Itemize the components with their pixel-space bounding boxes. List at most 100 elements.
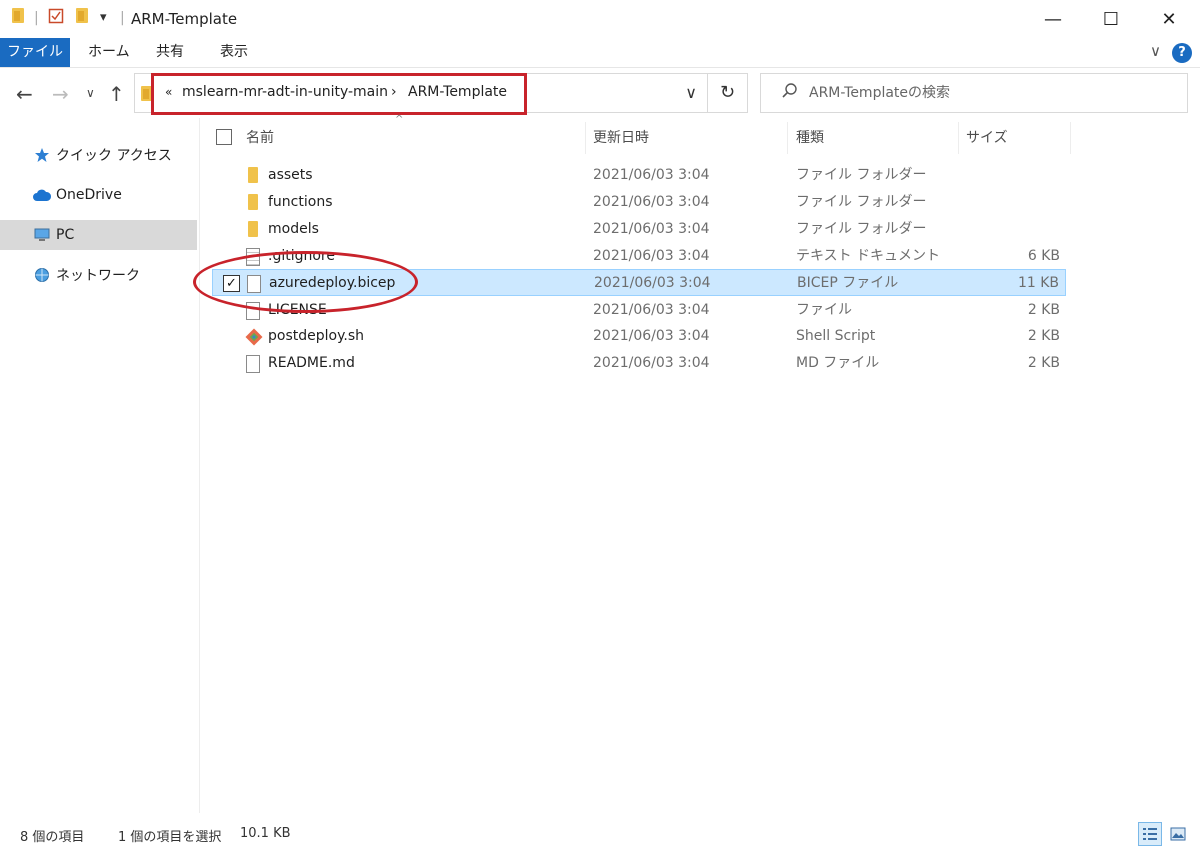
file-type: ファイル フォルダー	[796, 194, 927, 210]
folder-icon	[248, 194, 258, 210]
close-button[interactable]: ✕	[1146, 0, 1192, 38]
folder-icon	[12, 8, 24, 23]
chevron-down-icon[interactable]: ∨	[685, 83, 697, 102]
file-icon	[246, 302, 260, 320]
file-date: 2021/06/03 3:04	[593, 194, 710, 210]
file-icon	[247, 275, 261, 293]
tab-file[interactable]: ファイル	[0, 38, 70, 67]
up-button[interactable]: ↑	[108, 82, 125, 106]
file-row[interactable]: functions 2021/06/03 3:04 ファイル フォルダー	[212, 189, 1066, 216]
sidebar-item-quick-access[interactable]: クイック アクセス	[0, 140, 197, 170]
refresh-button[interactable]: ↻	[708, 73, 748, 113]
column-divider[interactable]	[1070, 122, 1071, 154]
file-type: MD ファイル	[796, 355, 880, 371]
file-type: テキスト ドキュメント	[796, 248, 941, 264]
minimize-button[interactable]: —	[1030, 0, 1076, 38]
star-icon	[32, 146, 52, 164]
file-size: 2 KB	[1027, 302, 1060, 318]
help-icon[interactable]: ?	[1172, 43, 1192, 63]
sidebar-item-label: PC	[56, 227, 75, 243]
file-name: .gitignore	[268, 248, 335, 264]
file-row[interactable]: models 2021/06/03 3:04 ファイル フォルダー	[212, 216, 1066, 243]
network-icon	[32, 266, 52, 284]
file-name: README.md	[268, 355, 355, 371]
title-bar: | ▾ | ARM-Template — ☐ ✕	[0, 0, 1200, 38]
maximize-button[interactable]: ☐	[1088, 0, 1134, 38]
search-box[interactable]	[760, 73, 1188, 113]
file-type: BICEP ファイル	[797, 275, 899, 291]
file-row[interactable]: LICENSE 2021/06/03 3:04 ファイル 2 KB	[212, 297, 1066, 324]
select-all-checkbox[interactable]	[216, 129, 232, 145]
large-icons-view-icon	[1170, 827, 1186, 841]
ribbon-tabs: ファイル ホーム 共有 表示 ∨ ?	[0, 38, 1200, 68]
column-divider[interactable]	[958, 122, 959, 154]
file-row[interactable]: .gitignore 2021/06/03 3:04 テキスト ドキュメント 6…	[212, 243, 1066, 270]
row-checkbox[interactable]: ✓	[223, 275, 240, 292]
folder-icon	[141, 86, 153, 101]
sidebar-item-network[interactable]: ネットワーク	[0, 260, 197, 290]
file-name: postdeploy.sh	[268, 328, 364, 344]
breadcrumb-segment[interactable]: ARM-Template	[408, 84, 507, 100]
file-row[interactable]: postdeploy.sh 2021/06/03 3:04 Shell Scri…	[212, 323, 1066, 350]
file-name: functions	[268, 194, 333, 210]
search-input[interactable]	[809, 75, 1179, 111]
column-header-size[interactable]: サイズ	[966, 122, 1008, 154]
recent-locations-button[interactable]: ∨	[86, 86, 95, 100]
address-bar[interactable]: « mslearn-mr-adt-in-unity-main › ARM-Tem…	[134, 73, 708, 113]
sidebar-item-onedrive[interactable]: OneDrive	[0, 180, 197, 210]
column-header-name[interactable]: 名前	[246, 122, 274, 154]
file-type: Shell Script	[796, 328, 876, 344]
details-view-button[interactable]	[1138, 822, 1162, 846]
item-count: 8 個の項目	[20, 830, 85, 845]
file-name: models	[268, 221, 319, 237]
file-name: azuredeploy.bicep	[269, 275, 396, 291]
computer-icon	[32, 226, 52, 244]
selection-size: 10.1 KB	[240, 826, 291, 841]
toolbar-separator: |	[34, 10, 39, 26]
new-folder-icon[interactable]	[76, 8, 88, 23]
folder-icon	[248, 167, 258, 183]
file-row[interactable]: README.md 2021/06/03 3:04 MD ファイル 2 KB	[212, 350, 1066, 377]
file-name: assets	[268, 167, 313, 183]
tab-view[interactable]: 表示	[210, 38, 258, 67]
file-date: 2021/06/03 3:04	[593, 248, 710, 264]
tab-share[interactable]: 共有	[146, 38, 194, 67]
selection-count: 1 個の項目を選択	[118, 830, 222, 845]
tab-home[interactable]: ホーム	[78, 38, 140, 67]
details-view-icon	[1143, 828, 1157, 840]
file-date: 2021/06/03 3:04	[593, 302, 710, 318]
git-icon	[245, 328, 263, 346]
file-date: 2021/06/03 3:04	[593, 221, 710, 237]
column-divider[interactable]	[585, 122, 586, 154]
column-divider[interactable]	[787, 122, 788, 154]
folder-icon	[248, 221, 258, 237]
breadcrumb-overflow[interactable]: «	[165, 85, 172, 99]
file-date: 2021/06/03 3:04	[593, 167, 710, 183]
properties-icon[interactable]	[48, 8, 64, 24]
sidebar-item-label: ネットワーク	[56, 268, 140, 284]
file-icon	[246, 355, 260, 373]
column-header-date[interactable]: 更新日時	[593, 122, 649, 154]
back-button[interactable]: ←	[16, 82, 33, 106]
file-size: 6 KB	[1027, 248, 1060, 264]
file-type: ファイル	[796, 302, 852, 318]
status-bar: 8 個の項目 1 個の項目を選択 10.1 KB	[0, 818, 1200, 850]
sort-ascending-icon: ^	[395, 114, 404, 125]
file-type: ファイル フォルダー	[796, 167, 927, 183]
navigation-pane: クイック アクセス OneDrive PC ネットワーク	[0, 118, 200, 813]
column-header-type[interactable]: 種類	[796, 122, 824, 154]
customize-toolbar-icon[interactable]: ▾	[100, 10, 107, 25]
sidebar-item-pc[interactable]: PC	[0, 220, 197, 250]
forward-button[interactable]: →	[52, 82, 69, 106]
breadcrumb-separator[interactable]: ›	[391, 84, 397, 100]
breadcrumb-segment[interactable]: mslearn-mr-adt-in-unity-main	[182, 84, 388, 100]
file-row-selected[interactable]: ✓ azuredeploy.bicep 2021/06/03 3:04 BICE…	[212, 269, 1066, 296]
text-file-icon	[246, 248, 260, 266]
file-date: 2021/06/03 3:04	[593, 328, 710, 344]
file-row[interactable]: assets 2021/06/03 3:04 ファイル フォルダー	[212, 162, 1066, 189]
search-icon	[781, 82, 799, 105]
expand-ribbon-icon[interactable]: ∨	[1150, 42, 1161, 60]
file-name: LICENSE	[268, 302, 327, 318]
sidebar-item-label: クイック アクセス	[56, 148, 172, 164]
large-icons-view-button[interactable]	[1166, 822, 1190, 846]
